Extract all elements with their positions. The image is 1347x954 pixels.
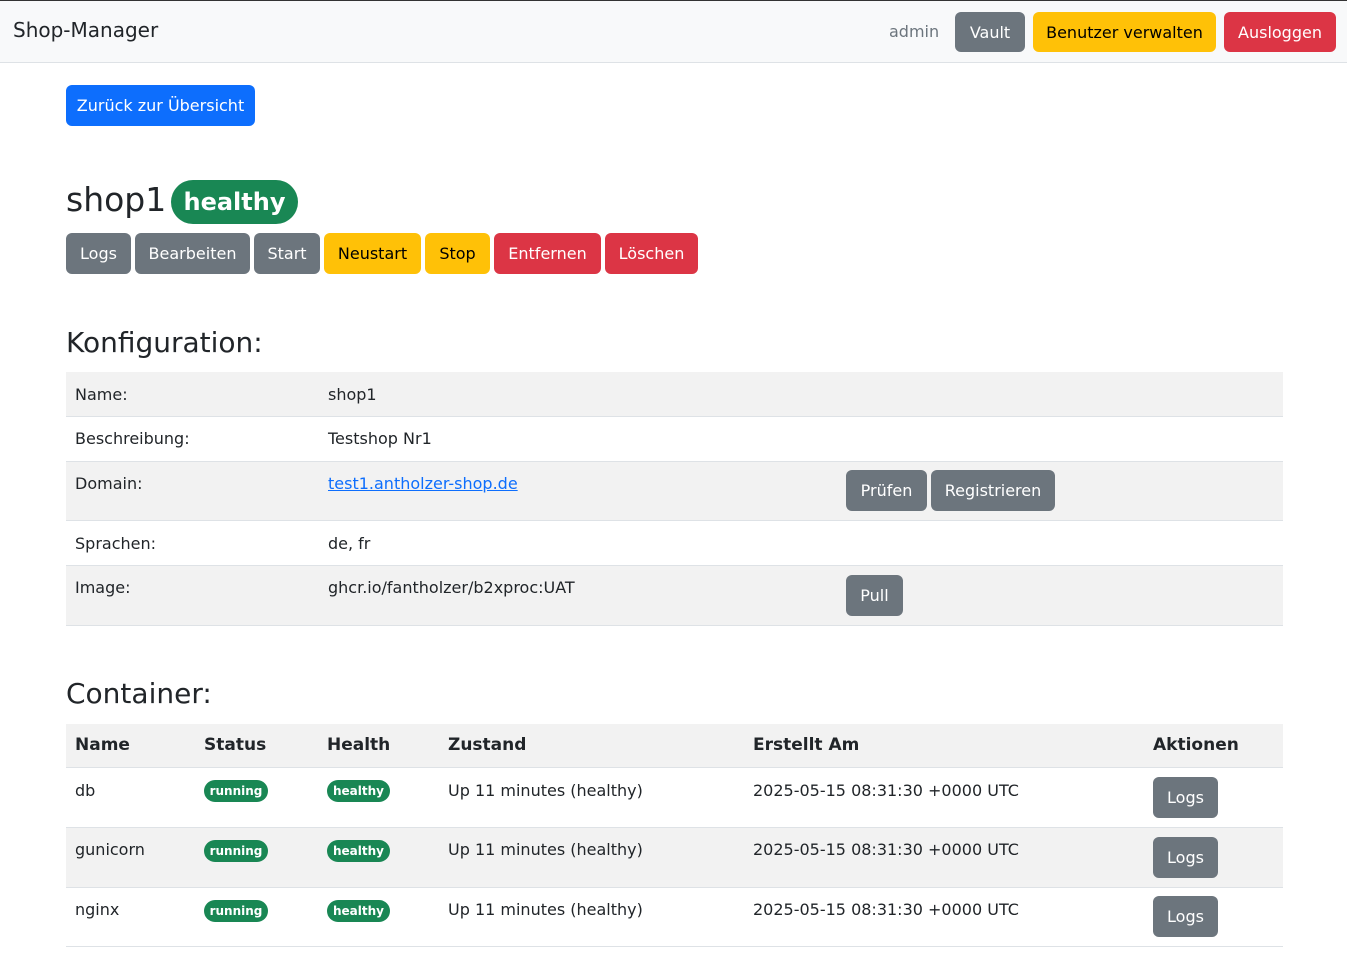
logout-button[interactable]: Ausloggen (1224, 12, 1336, 52)
config-label: Name: (75, 385, 128, 404)
logs-button[interactable]: Logs (66, 233, 131, 274)
column-header: Name (75, 735, 130, 755)
column-header: Status (204, 735, 267, 755)
health-pill: healthy (327, 780, 390, 802)
config-row-languages: Sprachen: de, fr (66, 521, 1283, 566)
config-label: Image: (75, 578, 131, 597)
container-name: db (75, 781, 96, 800)
column-header: Aktionen (1153, 735, 1239, 755)
table-row: gunicorn running healthy Up 11 minutes (… (66, 828, 1283, 888)
config-value: de, fr (328, 534, 371, 553)
check-domain-button[interactable]: Prüfen (846, 470, 927, 511)
config-value: ghcr.io/fantholzer/b2xproc:UAT (328, 578, 575, 597)
container-logs-button[interactable]: Logs (1153, 837, 1218, 878)
register-domain-button[interactable]: Registrieren (931, 470, 1055, 511)
config-row-image: Image: ghcr.io/fantholzer/b2xproc:UAT Pu… (66, 566, 1283, 626)
config-row-name: Name: shop1 (66, 372, 1283, 417)
container-created: 2025-05-15 08:31:30 +0000 UTC (753, 900, 1019, 919)
config-label: Beschreibung: (75, 429, 190, 448)
start-button[interactable]: Start (254, 233, 320, 274)
config-heading: Konfiguration: (66, 326, 263, 359)
column-header: Health (327, 735, 391, 755)
container-state: Up 11 minutes (healthy) (448, 900, 643, 919)
config-label: Domain: (75, 474, 143, 493)
status-pill: running (204, 780, 268, 802)
config-row-domain: Domain: test1.antholzer-shop.de Prüfen R… (66, 462, 1283, 521)
vault-button[interactable]: Vault (955, 12, 1025, 52)
remove-button[interactable]: Entfernen (494, 233, 601, 274)
column-header: Erstellt Am (753, 735, 860, 755)
brand[interactable]: Shop-Manager (13, 18, 158, 42)
page-title: shop1 (66, 180, 167, 219)
container-created: 2025-05-15 08:31:30 +0000 UTC (753, 840, 1019, 859)
status-pill: running (204, 840, 268, 862)
container-name: nginx (75, 900, 120, 919)
container-state: Up 11 minutes (healthy) (448, 781, 643, 800)
manage-users-button[interactable]: Benutzer verwalten (1033, 12, 1216, 52)
health-pill: healthy (327, 900, 390, 922)
column-header: Zustand (448, 735, 527, 755)
container-logs-button[interactable]: Logs (1153, 896, 1218, 937)
container-created: 2025-05-15 08:31:30 +0000 UTC (753, 781, 1019, 800)
edit-button[interactable]: Bearbeiten (135, 233, 250, 274)
health-pill: healthy (327, 840, 390, 862)
config-row-description: Beschreibung: Testshop Nr1 (66, 417, 1283, 462)
stop-button[interactable]: Stop (425, 233, 490, 274)
config-value: shop1 (328, 385, 377, 404)
current-user: admin (889, 22, 940, 41)
status-badge: healthy (171, 180, 298, 224)
domain-link[interactable]: test1.antholzer-shop.de (328, 474, 518, 493)
navbar: Shop-Manager admin Vault Benutzer verwal… (0, 0, 1347, 63)
back-to-overview-button[interactable]: Zurück zur Übersicht (66, 85, 255, 126)
config-table: Name: shop1 Beschreibung: Testshop Nr1 D… (66, 372, 1283, 626)
status-pill: running (204, 900, 268, 922)
restart-button[interactable]: Neustart (324, 233, 421, 274)
container-name: gunicorn (75, 840, 145, 859)
container-table: Name Status Health Zustand Erstellt Am A… (66, 724, 1283, 947)
container-table-header: Name Status Health Zustand Erstellt Am A… (66, 724, 1283, 768)
table-row: db running healthy Up 11 minutes (health… (66, 768, 1283, 828)
container-heading: Container: (66, 677, 212, 710)
table-row: nginx running healthy Up 11 minutes (hea… (66, 888, 1283, 947)
config-value: Testshop Nr1 (328, 429, 432, 448)
config-label: Sprachen: (75, 534, 157, 553)
container-state: Up 11 minutes (healthy) (448, 840, 643, 859)
container-logs-button[interactable]: Logs (1153, 777, 1218, 818)
pull-image-button[interactable]: Pull (846, 575, 903, 616)
delete-button[interactable]: Löschen (605, 233, 698, 274)
